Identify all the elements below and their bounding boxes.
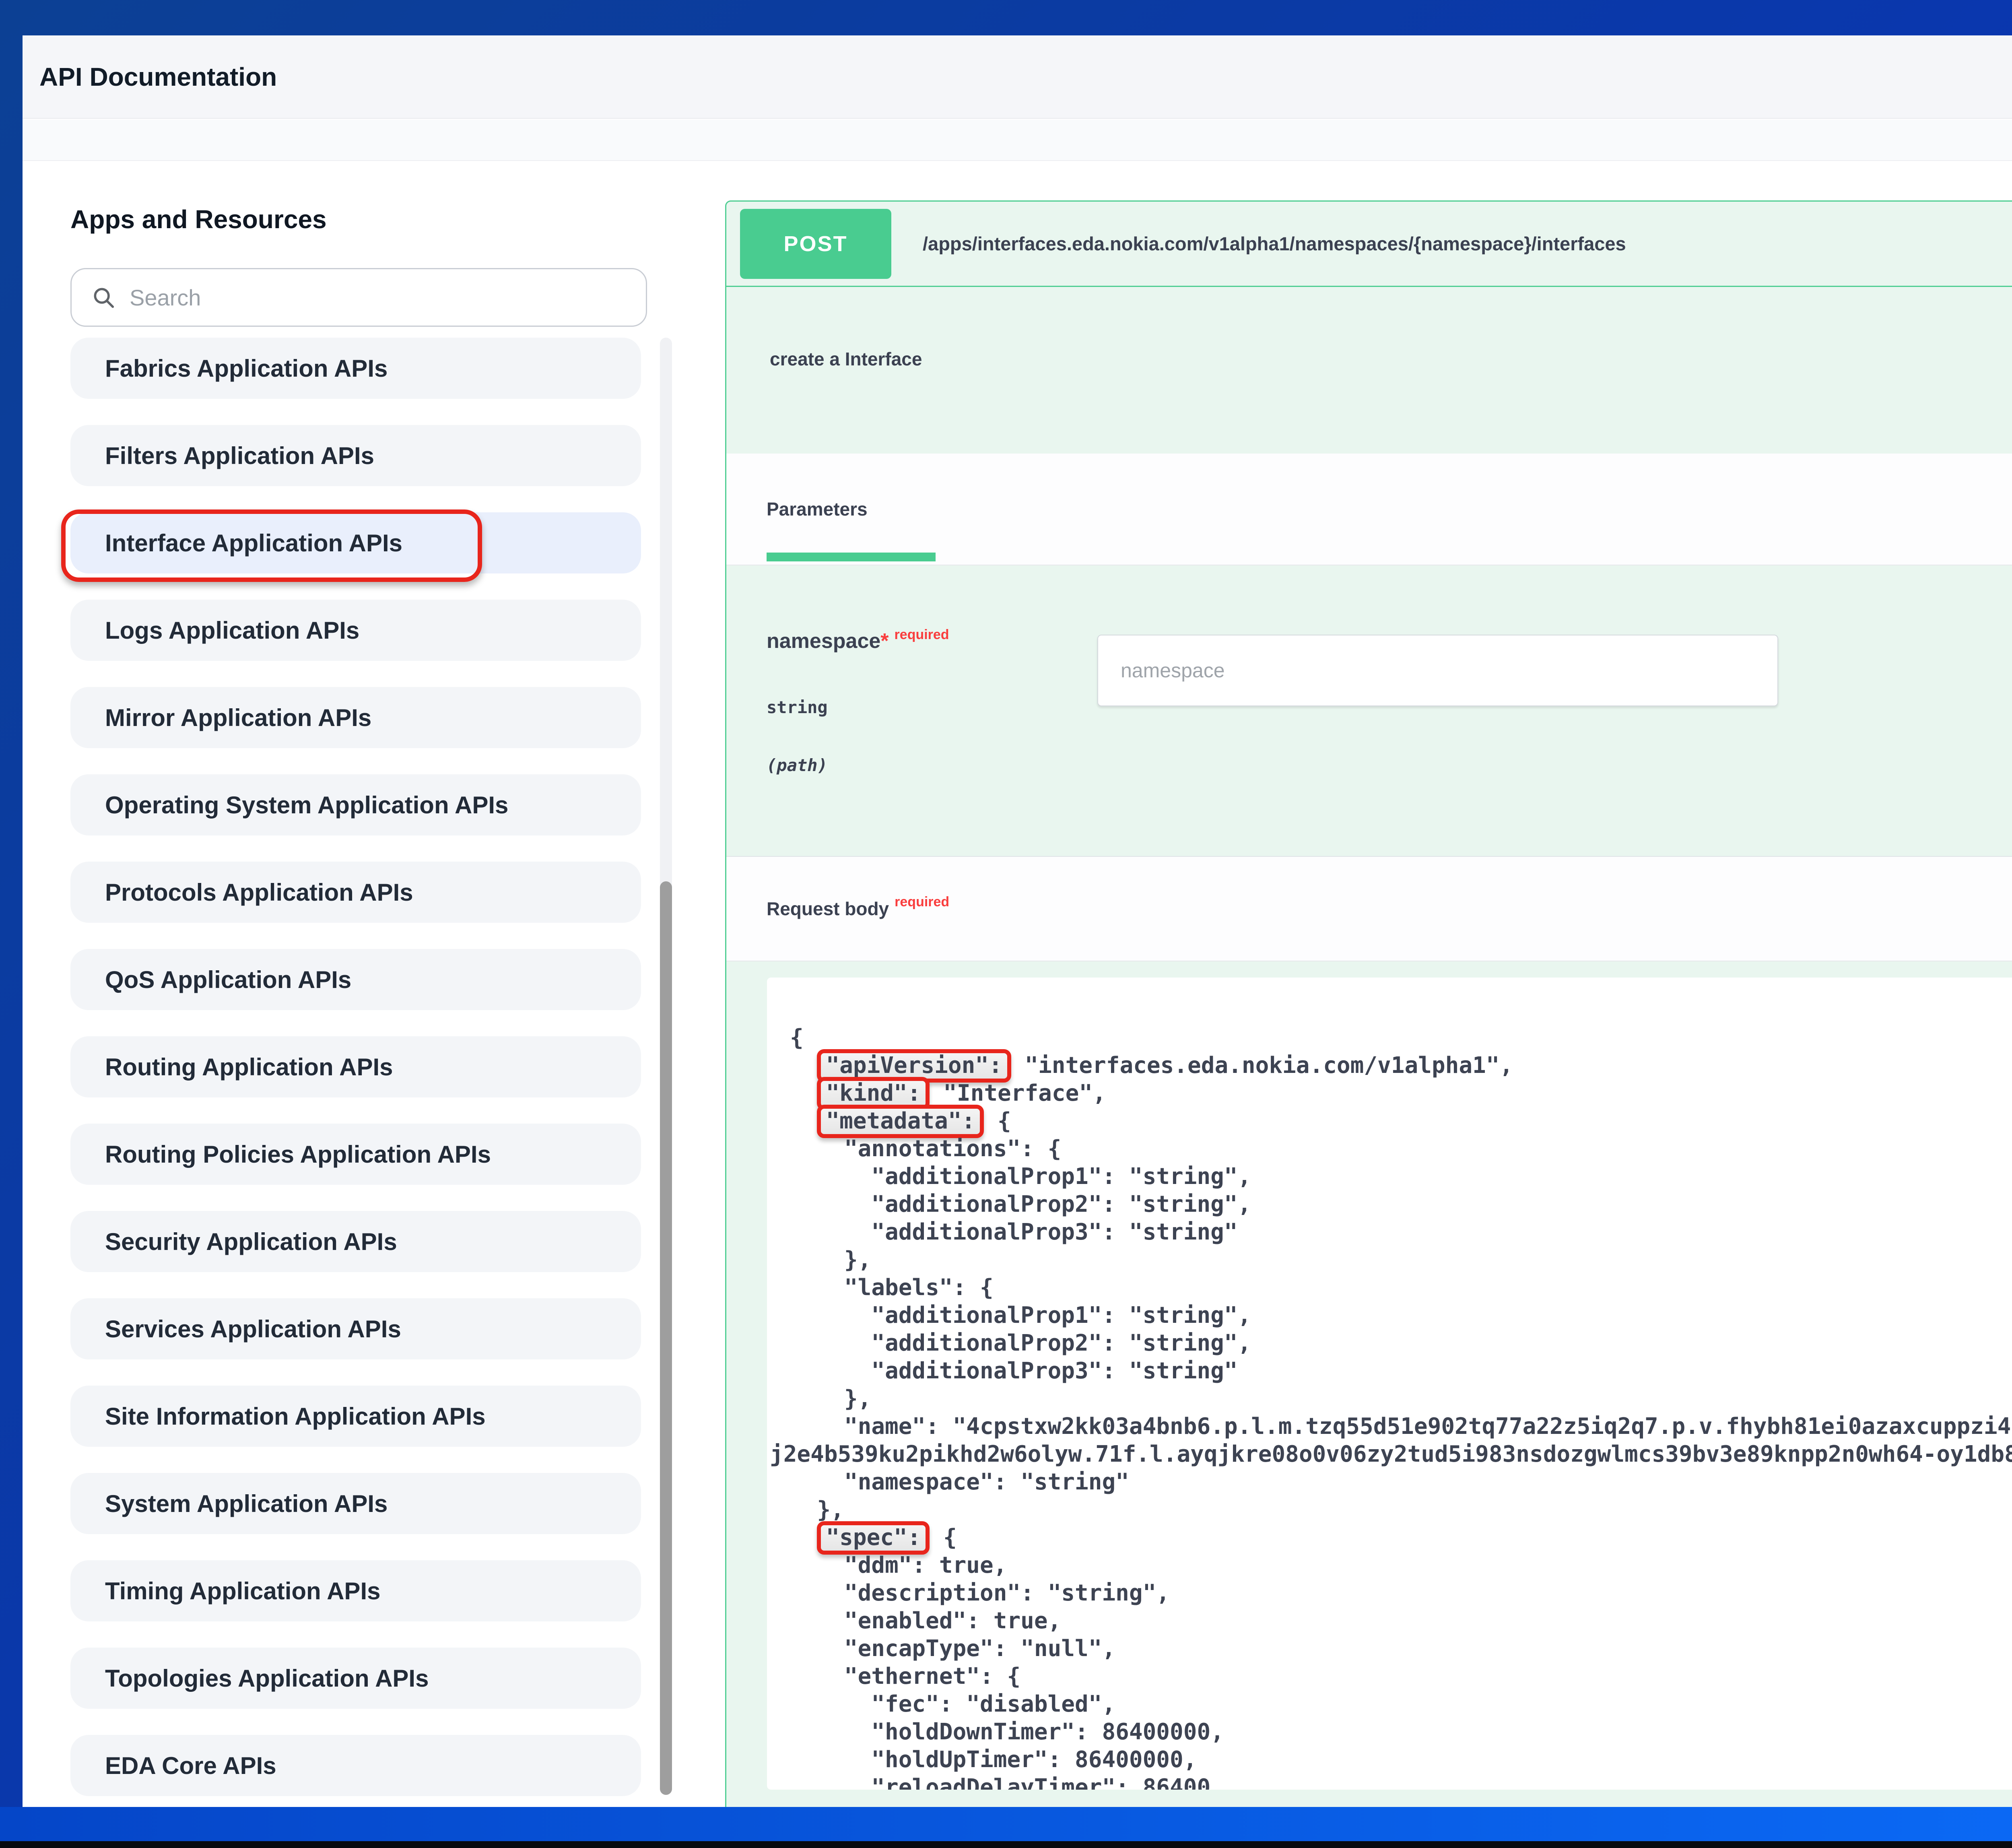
required-badge: required xyxy=(895,627,949,642)
json-code-line: "apiVersion": "interfaces.eda.nokia.com/… xyxy=(790,1052,2012,1079)
app-window: API Documentation Apps and Resources Sea… xyxy=(23,35,2012,1807)
tab-active-underline xyxy=(767,553,936,561)
annotation-box-sidebar xyxy=(61,509,482,582)
parameters-header: Parameters Cancel Reset xyxy=(726,454,2012,565)
sidebar-item[interactable]: System Application APIs xyxy=(70,1473,641,1534)
sidebar-item[interactable]: Security Application APIs xyxy=(70,1211,641,1272)
sidebar-item[interactable]: Mirror Application APIs xyxy=(70,687,641,748)
json-code-line: }, xyxy=(790,1246,2012,1274)
annotation-box-token: "spec": xyxy=(817,1521,930,1555)
json-code-line: "reloadDelayTimer": 86400 xyxy=(790,1774,2012,1790)
namespace-field[interactable]: namespace xyxy=(1097,635,1778,706)
json-code-line: "additionalProp3": "string" xyxy=(790,1218,2012,1246)
sidebar-item[interactable]: Timing Application APIs xyxy=(70,1560,641,1621)
toolbar-strip xyxy=(23,120,2012,161)
json-code-line: "fec": "disabled", xyxy=(790,1690,2012,1718)
page-title: API Documentation xyxy=(39,62,277,92)
json-code-line: "kind": "Interface", xyxy=(790,1079,2012,1107)
sidebar-item[interactable]: Services Application APIs xyxy=(70,1298,641,1359)
json-code-line: "labels": { xyxy=(790,1274,2012,1301)
annotation-box-token: "metadata": xyxy=(817,1105,984,1138)
json-code-line: "namespace": "string" xyxy=(790,1468,2012,1496)
json-code-line: }, xyxy=(790,1496,2012,1524)
frame-bottom-strip xyxy=(0,1807,2012,1841)
param-name-label: namespace*required xyxy=(767,629,949,653)
sidebar-item[interactable]: QoS Application APIs xyxy=(70,949,641,1010)
sidebar-item[interactable]: Routing Application APIs xyxy=(70,1036,641,1097)
search-placeholder: Search xyxy=(130,285,201,311)
json-editor[interactable]: { "apiVersion": "interfaces.eda.nokia.co… xyxy=(767,978,2012,1790)
frame-bottom-edge xyxy=(0,1841,2012,1848)
json-code-line: "additionalProp2": "string", xyxy=(790,1329,2012,1357)
request-body-section: { "apiVersion": "interfaces.eda.nokia.co… xyxy=(726,961,2012,1807)
param-location-label: (path) xyxy=(767,755,828,775)
search-icon xyxy=(91,285,116,310)
namespace-placeholder: namespace xyxy=(1121,659,1225,682)
endpoint-path: /apps/interfaces.eda.nokia.com/v1alpha1/… xyxy=(923,233,1626,255)
required-asterisk: * xyxy=(880,629,888,653)
json-code-line: "metadata": { xyxy=(790,1107,2012,1135)
json-code-line: "holdDownTimer": 86400000, xyxy=(790,1718,2012,1746)
json-code-line: "description": "string", xyxy=(790,1579,2012,1607)
required-badge: required xyxy=(895,894,949,910)
endpoint-description: create a Interface xyxy=(726,287,2012,454)
json-code-line: }, xyxy=(790,1385,2012,1413)
endpoint-header[interactable]: POST /apps/interfaces.eda.nokia.com/v1al… xyxy=(726,202,2012,287)
method-badge: POST xyxy=(740,209,891,279)
json-code-line: "additionalProp3": "string" xyxy=(790,1357,2012,1385)
endpoint-panel: POST /apps/interfaces.eda.nokia.com/v1al… xyxy=(725,200,2012,1807)
json-code-line: "spec": { xyxy=(790,1524,2012,1551)
param-type-label: string xyxy=(767,697,828,717)
json-code-line: "ddm": true, xyxy=(790,1551,2012,1579)
request-body-label: Request bodyrequired xyxy=(767,898,949,920)
sidebar-item[interactable]: Filters Application APIs xyxy=(70,425,641,486)
json-code-line: "holdUpTimer": 86400000, xyxy=(790,1746,2012,1774)
sidebar-scrollbar-thumb[interactable] xyxy=(660,881,672,1795)
sidebar-item[interactable]: Logs Application APIs xyxy=(70,600,641,661)
json-code-line: "additionalProp1": "string", xyxy=(790,1163,2012,1190)
app-header: API Documentation xyxy=(23,35,2012,119)
sidebar-scrollbar[interactable] xyxy=(660,338,672,1795)
sidebar-item[interactable]: Fabrics Application APIs xyxy=(70,338,641,399)
sidebar-item[interactable]: Site Information Application APIs xyxy=(70,1386,641,1447)
sidebar-heading: Apps and Resources xyxy=(70,204,327,234)
tab-parameters[interactable]: Parameters xyxy=(767,498,868,520)
search-input[interactable]: Search xyxy=(70,268,647,327)
json-code-line: "additionalProp2": "string", xyxy=(790,1190,2012,1218)
sidebar-item[interactable]: Protocols Application APIs xyxy=(70,862,641,923)
json-code-line: j2e4b539ku2pikhd2w6olyw.71f.l.ayqjkre08o… xyxy=(770,1440,2012,1468)
json-code-line: "additionalProp1": "string", xyxy=(790,1301,2012,1329)
sidebar-item[interactable]: Operating System Application APIs xyxy=(70,774,641,835)
sidebar-item[interactable]: Topologies Application APIs xyxy=(70,1648,641,1709)
json-code-line: "name": "4cpstxw2kk03a4bnb6.p.l.m.tzq55d… xyxy=(790,1413,2012,1440)
json-code-line: "encapType": "null", xyxy=(790,1635,2012,1662)
parameters-form: namespace*required string (path) namespa… xyxy=(726,565,2012,857)
json-code-line: "ethernet": { xyxy=(790,1662,2012,1690)
json-code-line: { xyxy=(790,1024,2012,1052)
json-code-line: "annotations": { xyxy=(790,1135,2012,1163)
request-body-header: Request bodyrequired application/json xyxy=(726,857,2012,961)
sidebar-item[interactable]: EDA Core APIs xyxy=(70,1735,641,1796)
sidebar-item[interactable]: Routing Policies Application APIs xyxy=(70,1124,641,1185)
json-code-line: "enabled": true, xyxy=(790,1607,2012,1635)
